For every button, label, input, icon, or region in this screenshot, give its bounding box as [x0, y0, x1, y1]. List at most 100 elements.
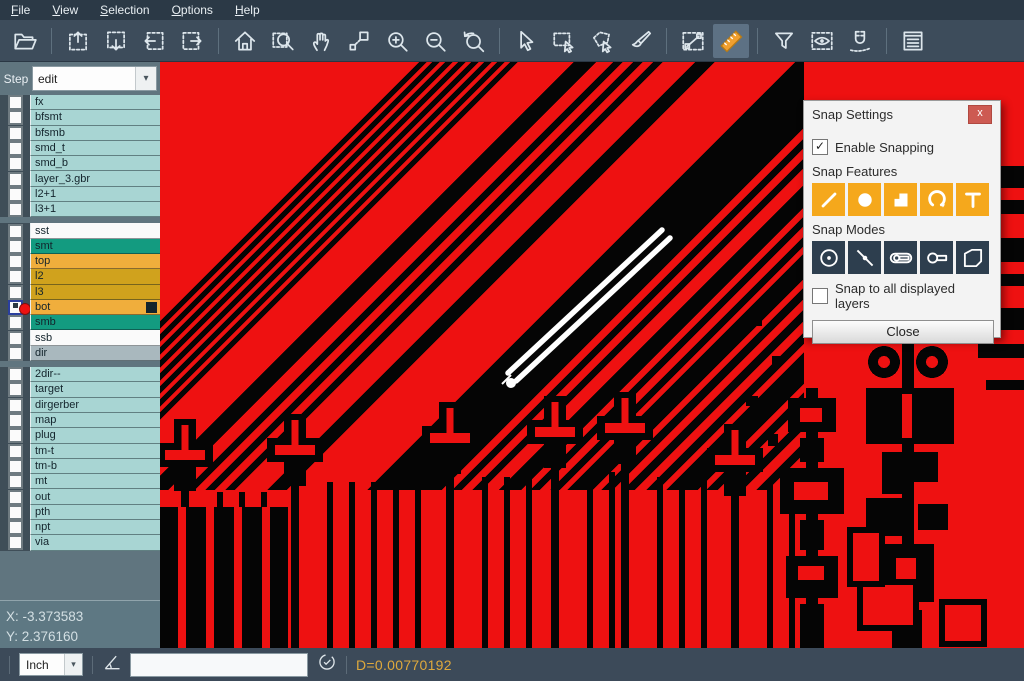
layer-checkbox-out[interactable]	[8, 490, 23, 505]
layer-checkbox-ssb[interactable]	[8, 331, 23, 346]
close-icon[interactable]: x	[968, 105, 992, 124]
layer-name-smb[interactable]: smb	[30, 315, 160, 330]
mode-outline-button[interactable]	[956, 241, 989, 274]
layer-checkbox-tm-t[interactable]	[8, 444, 23, 459]
chevron-down-icon[interactable]: ▾	[135, 67, 156, 90]
step-select[interactable]: edit ▾	[32, 66, 157, 91]
snap-magnet-button[interactable]	[842, 24, 878, 58]
snap-surface-button[interactable]	[884, 183, 917, 216]
snap-all-layers-row[interactable]: Snap to all displayed layers	[812, 281, 992, 311]
snap-arc-button[interactable]	[920, 183, 953, 216]
layer-checkbox-top[interactable]	[8, 254, 23, 269]
layer-checkbox-smd_t[interactable]	[8, 141, 23, 156]
snap-dialog-titlebar[interactable]: Snap Settings x	[804, 101, 1000, 128]
layer-checkbox-smb[interactable]	[8, 315, 23, 330]
layer-name-smd_b[interactable]: smd_b	[30, 156, 160, 171]
menu-item-view[interactable]: View	[41, 1, 89, 19]
layer-checkbox-dirgerber[interactable]	[8, 398, 23, 413]
chevron-down-icon[interactable]: ▾	[64, 654, 82, 675]
layer-checkbox-bfsmb[interactable]	[8, 126, 23, 141]
layer-name-l3+1[interactable]: l3+1	[30, 202, 160, 217]
layer-name-pth[interactable]: pth	[30, 505, 160, 520]
snap-line-button[interactable]	[812, 183, 845, 216]
measure-line-button[interactable]	[675, 24, 711, 58]
layer-checkbox-fx[interactable]	[8, 95, 23, 110]
layer-name-top[interactable]: top	[30, 254, 160, 269]
view-visibility-button[interactable]	[804, 24, 840, 58]
layer-name-layer_3.gbr[interactable]: layer_3.gbr	[30, 171, 160, 186]
layer-checkbox-tm-b[interactable]	[8, 459, 23, 474]
layer-name-plug[interactable]: plug	[30, 428, 160, 443]
pan-hand-button[interactable]	[303, 24, 339, 58]
layer-checkbox-npt[interactable]	[8, 520, 23, 535]
layer-checkbox-l3[interactable]	[8, 285, 23, 300]
clear-selection-brush-button[interactable]	[622, 24, 658, 58]
layer-name-bot[interactable]: bot	[30, 300, 160, 315]
layer-name-dirgerber[interactable]: dirgerber	[30, 398, 160, 413]
layer-name-l2+1[interactable]: l2+1	[30, 187, 160, 202]
layer-name-target[interactable]: target	[30, 382, 160, 397]
layer-name-dir[interactable]: dir	[30, 346, 160, 361]
layer-name-npt[interactable]: npt	[30, 520, 160, 535]
mode-slot-open-button[interactable]	[920, 241, 953, 274]
layer-name-via[interactable]: via	[30, 535, 160, 550]
layer-checkbox-mt[interactable]	[8, 474, 23, 489]
command-input[interactable]	[130, 653, 308, 677]
drag-zoom-button[interactable]	[341, 24, 377, 58]
layer-checkbox-target[interactable]	[8, 382, 23, 397]
mode-center-button[interactable]	[812, 241, 845, 274]
zoom-out-button[interactable]	[417, 24, 453, 58]
layer-checkbox-l2+1[interactable]	[8, 187, 23, 202]
layer-name-tm-b[interactable]: tm-b	[30, 459, 160, 474]
layer-name-tm-t[interactable]: tm-t	[30, 444, 160, 459]
layer-name-fx[interactable]: fx	[30, 95, 160, 110]
layer-checkbox-l2[interactable]	[8, 269, 23, 284]
close-button[interactable]: Close	[812, 320, 994, 344]
layer-name-mt[interactable]: mt	[30, 474, 160, 489]
menu-item-options[interactable]: Options	[161, 1, 224, 19]
layer-name-bfsmb[interactable]: bfsmb	[30, 126, 160, 141]
layer-checkbox-dir[interactable]	[8, 346, 23, 361]
scroll-left-button[interactable]	[136, 24, 172, 58]
layer-checkbox-pth[interactable]	[8, 505, 23, 520]
layer-checkbox-layer_3.gbr[interactable]	[8, 172, 23, 187]
snap-text-button[interactable]	[956, 183, 989, 216]
mode-midpoint-button[interactable]	[848, 241, 881, 274]
unit-select[interactable]: Inch ▾	[19, 653, 83, 676]
scroll-down-button[interactable]	[98, 24, 134, 58]
scroll-right-button[interactable]	[174, 24, 210, 58]
layer-name-ssb[interactable]: ssb	[30, 330, 160, 345]
home-view-button[interactable]	[227, 24, 263, 58]
menu-item-help[interactable]: Help	[224, 1, 271, 19]
layer-name-map[interactable]: map	[30, 413, 160, 428]
layer-checkbox-sst[interactable]	[8, 224, 23, 239]
open-file-button[interactable]	[7, 24, 43, 58]
layer-checkbox-smd_b[interactable]	[8, 156, 23, 171]
mode-slot-key-button[interactable]	[884, 241, 917, 274]
scroll-up-button[interactable]	[60, 24, 96, 58]
menu-item-file[interactable]: File	[0, 1, 41, 19]
measure-ruler-button[interactable]	[713, 24, 749, 58]
layer-manager-button[interactable]	[895, 24, 931, 58]
layer-checkbox-via[interactable]	[8, 535, 23, 550]
zoom-previous-button[interactable]	[455, 24, 491, 58]
select-arrow-button[interactable]	[508, 24, 544, 58]
layer-name-bfsmt[interactable]: bfsmt	[30, 110, 160, 125]
snap-all-layers-checkbox[interactable]	[812, 288, 828, 304]
zoom-in-button[interactable]	[379, 24, 415, 58]
layer-name-2dir--[interactable]: 2dir--	[30, 367, 160, 382]
layer-checkbox-bfsmt[interactable]	[8, 110, 23, 125]
layer-checkbox-2dir--[interactable]	[8, 367, 23, 382]
snap-pad-button[interactable]	[848, 183, 881, 216]
menu-item-selection[interactable]: Selection	[89, 1, 160, 19]
angle-measure-icon[interactable]	[102, 652, 122, 677]
layer-checkbox-plug[interactable]	[8, 428, 23, 443]
layer-checkbox-smt[interactable]	[8, 239, 23, 254]
layer-name-l2[interactable]: l2	[30, 269, 160, 284]
layer-name-out[interactable]: out	[30, 489, 160, 504]
zoom-window-button[interactable]	[265, 24, 301, 58]
enable-snapping-checkbox[interactable]	[812, 139, 828, 155]
selection-filter-button[interactable]	[766, 24, 802, 58]
select-rectangle-button[interactable]	[546, 24, 582, 58]
select-polygon-button[interactable]	[584, 24, 620, 58]
